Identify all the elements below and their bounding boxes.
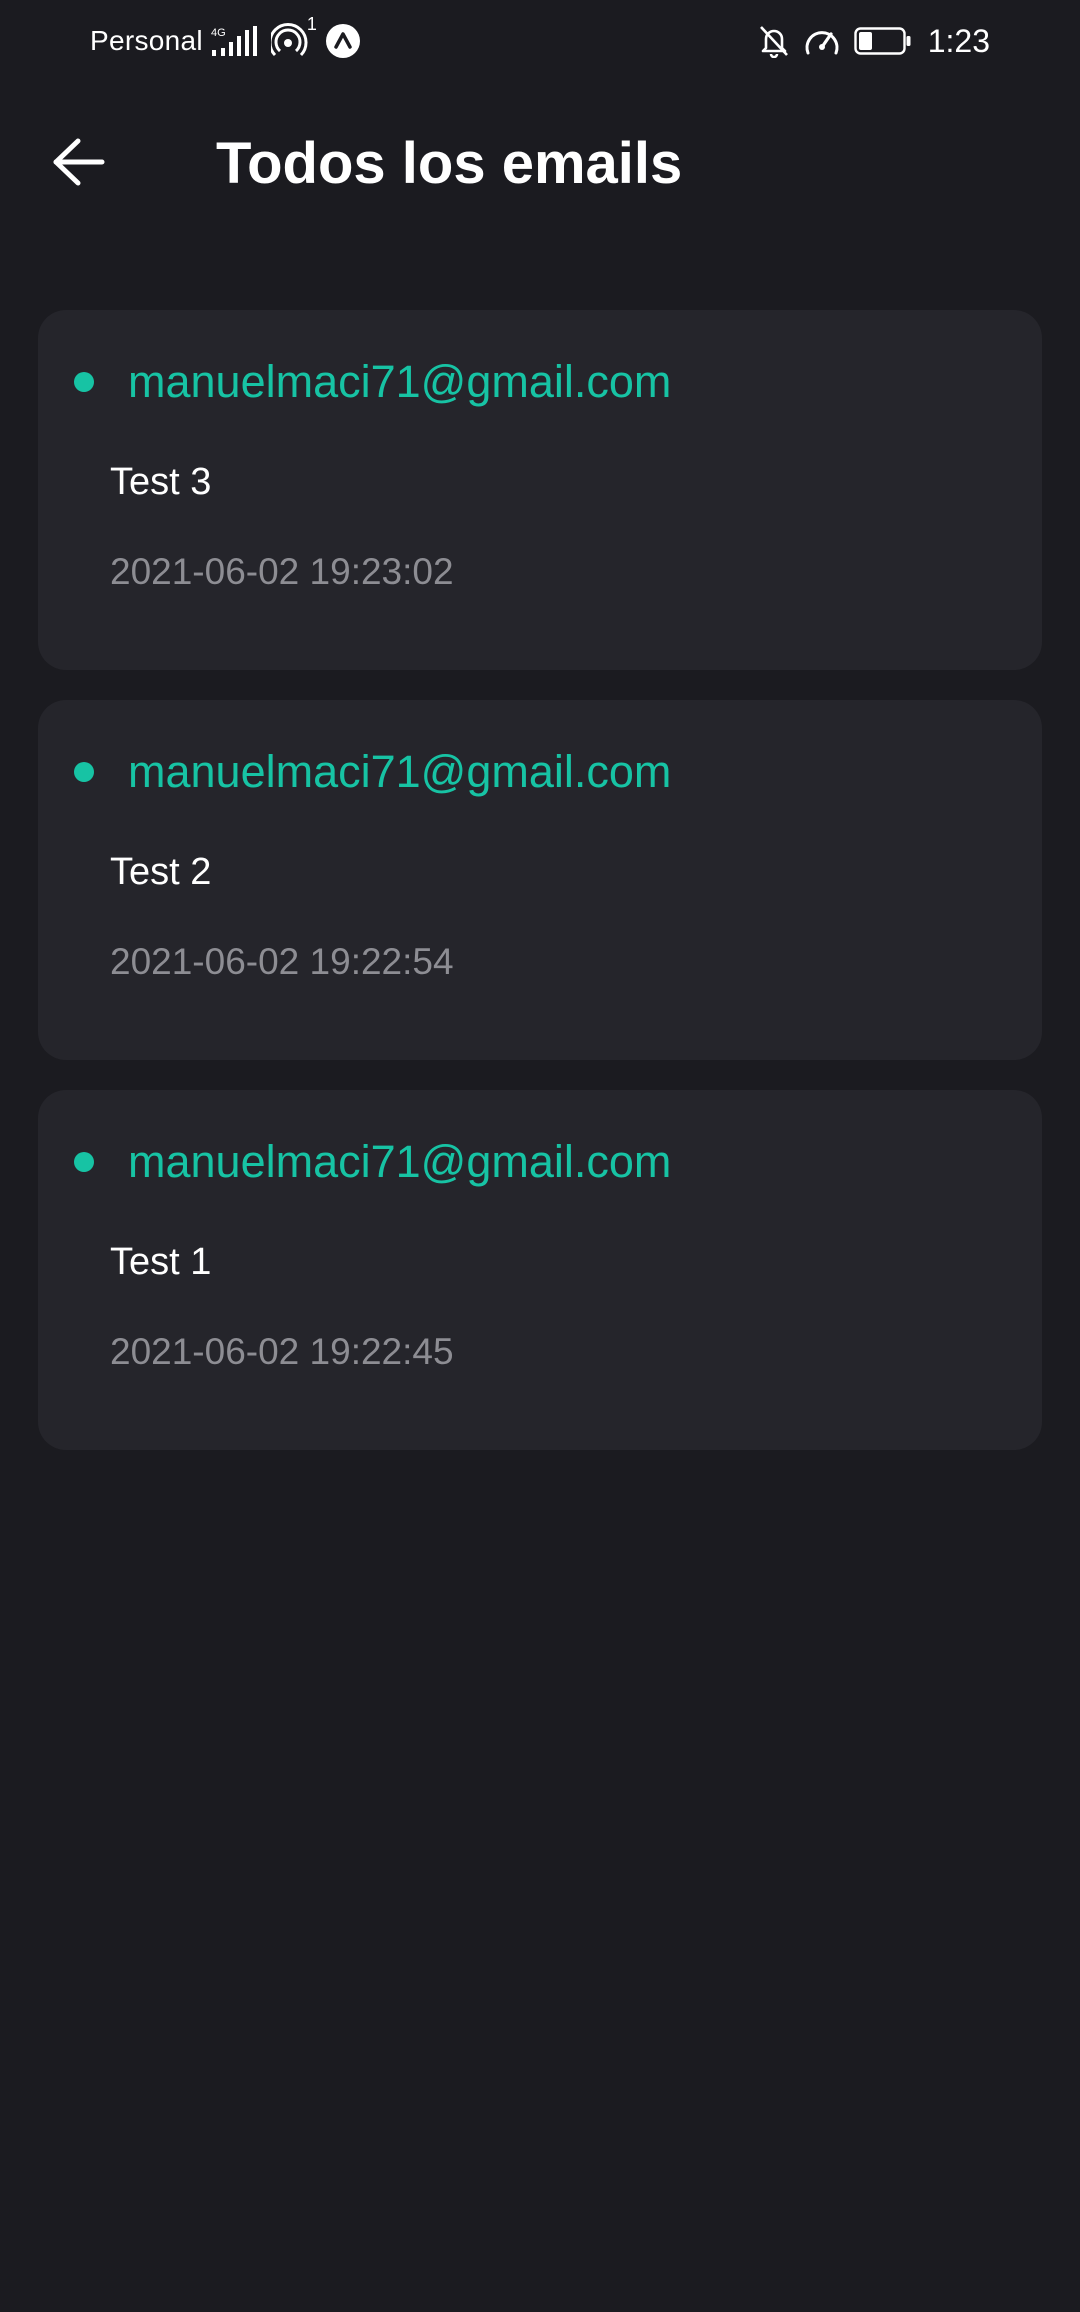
email-list: manuelmaci71@gmail.com Test 3 2021-06-02… (38, 310, 1042, 1480)
back-button[interactable] (40, 124, 116, 200)
status-left: Personal 4G 1 (90, 14, 361, 64)
email-subject: Test 2 (110, 851, 212, 893)
email-sender: manuelmaci71@gmail.com (128, 356, 672, 407)
page-title: Todos los emails (216, 131, 683, 196)
email-date: 2021-06-02 19:23:02 (110, 551, 454, 592)
email-subject: Test 3 (110, 461, 212, 503)
email-subject: Test 1 (110, 1241, 212, 1283)
email-sender: manuelmaci71@gmail.com (128, 746, 672, 797)
email-date: 2021-06-02 19:22:45 (110, 1331, 454, 1372)
email-card[interactable]: manuelmaci71@gmail.com Test 2 2021-06-02… (38, 700, 1042, 1060)
speedometer-icon (802, 23, 842, 59)
screen: Personal 4G 1 1:23 Todos los emails manu… (0, 0, 1080, 2312)
email-card[interactable]: manuelmaci71@gmail.com Test 1 2021-06-02… (38, 1090, 1042, 1450)
status-bar: Personal 4G 1 1:23 (0, 0, 1080, 80)
email-card[interactable]: manuelmaci71@gmail.com Test 3 2021-06-02… (38, 310, 1042, 670)
hotspot-badge: 1 (306, 14, 317, 34)
unread-dot (74, 372, 94, 392)
signal-icon: 4G (209, 24, 265, 58)
unread-dot (74, 762, 94, 782)
status-right: 1:23 (758, 18, 990, 64)
bell-off-icon (758, 24, 790, 58)
app-bar: Todos los emails (0, 80, 1080, 260)
app-notification-icon (325, 23, 361, 59)
email-sender: manuelmaci71@gmail.com (128, 1136, 672, 1187)
unread-dot (74, 1152, 94, 1172)
network-type-label: 4G (211, 27, 226, 39)
status-time: 1:23 (927, 22, 990, 59)
email-date: 2021-06-02 19:22:54 (110, 941, 454, 982)
arrow-left-icon (50, 137, 106, 187)
hotspot-icon: 1 (270, 14, 317, 60)
battery-icon (854, 26, 912, 56)
carrier-label: Personal (90, 25, 203, 56)
